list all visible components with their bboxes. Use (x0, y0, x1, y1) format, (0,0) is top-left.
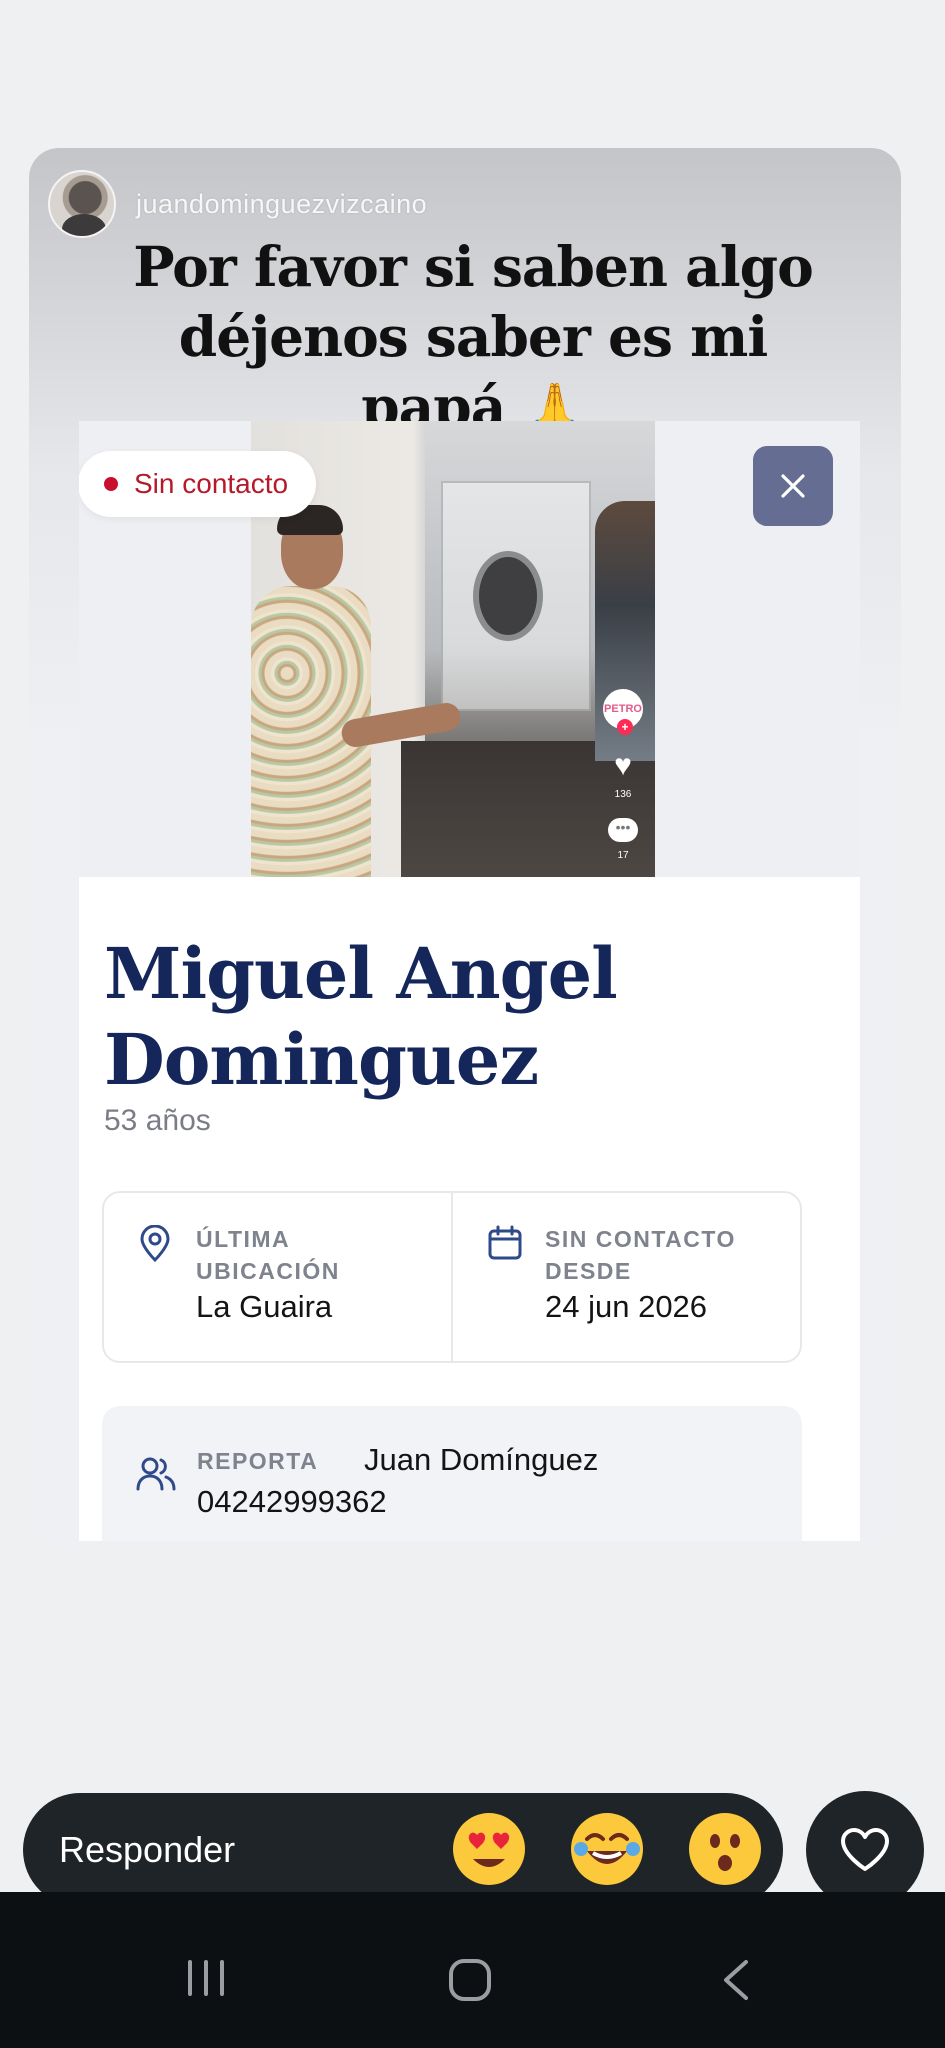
location-pin-icon (140, 1225, 170, 1263)
last-location-value: La Guaira (196, 1289, 333, 1324)
no-contact-since-label: SIN CONTACTO DESDE (545, 1226, 736, 1284)
heart-outline-icon (841, 1828, 889, 1871)
reporter-box: REPORTA Juan Domínguez 04242999362 (102, 1406, 802, 1541)
reporter-label: REPORTA (197, 1448, 319, 1474)
person-name: Miguel Angel Dominguez (104, 932, 618, 1101)
no-contact-since: SIN CONTACTO DESDE 24 jun 2026 (451, 1193, 800, 1361)
comment-icon: ••• (608, 818, 638, 842)
last-location: ÚLTIMA UBICACIÓN La Guaira (104, 1193, 451, 1361)
last-location-label: ÚLTIMA UBICACIÓN (196, 1226, 340, 1284)
status-text: Sin contacto (134, 468, 289, 499)
back-icon[interactable] (718, 1958, 752, 2002)
tears-of-joy-emoji-icon[interactable] (571, 1813, 643, 1885)
tiktok-overlay: PETRO + ♥ 136 ••• 17 (603, 689, 643, 861)
home-icon[interactable] (448, 1958, 492, 2002)
info-box: ÚLTIMA UBICACIÓN La Guaira SIN CONTACTO … (102, 1191, 802, 1363)
caption-line-2: déjenos saber es mi (178, 304, 769, 369)
heart-icon: ♥ (614, 749, 632, 782)
story-username[interactable]: juandominguezvizcaino (136, 189, 427, 220)
story-caption: Por favor si saben algo déjenos saber es… (40, 232, 906, 444)
status-dot-icon (104, 477, 118, 491)
reporter-phone[interactable]: 04242999362 (197, 1484, 387, 1520)
reporter-name: Juan Domínguez (364, 1442, 599, 1477)
no-contact-since-value: 24 jun 2026 (545, 1289, 708, 1324)
missing-person-card: PETRO + ♥ 136 ••• 17 Sin contacto Miguel … (79, 421, 860, 1541)
reply-input[interactable]: Responder (59, 1829, 235, 1871)
person-age: 53 años (104, 1104, 211, 1137)
tiktok-avatar: PETRO + (603, 689, 643, 735)
photo-area: PETRO + ♥ 136 ••• 17 Sin contacto (79, 421, 860, 877)
avatar[interactable] (48, 170, 116, 238)
surprised-emoji-icon[interactable] (689, 1813, 761, 1885)
story-header: juandominguezvizcaino (48, 170, 427, 238)
status-badge: Sin contacto (79, 451, 317, 517)
users-icon (136, 1457, 176, 1491)
reply-bar[interactable]: Responder (23, 1793, 783, 1907)
like-count: 136 (614, 789, 632, 800)
close-icon (781, 474, 805, 498)
comment-count: 17 (617, 850, 629, 861)
close-button[interactable] (753, 446, 833, 526)
calendar-icon (488, 1225, 522, 1260)
heart-eyes-emoji-icon[interactable] (453, 1813, 525, 1885)
recents-icon[interactable] (184, 1958, 228, 1998)
caption-line-1: Por favor si saben algo (133, 234, 814, 299)
system-nav-bar (0, 1892, 945, 2048)
